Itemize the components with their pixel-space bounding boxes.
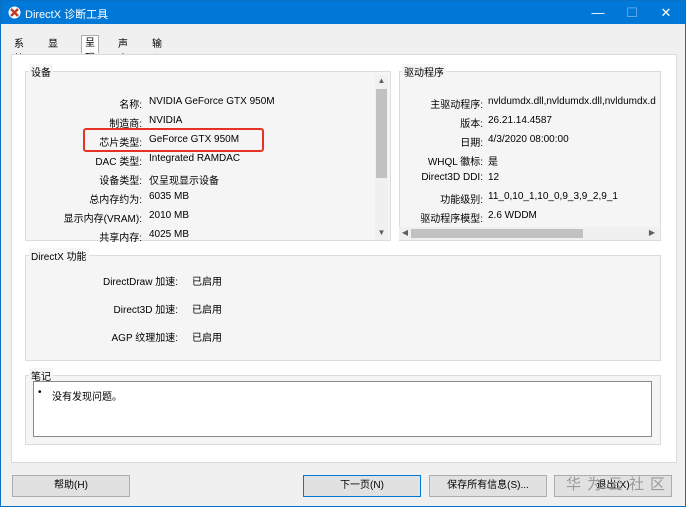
driver-group-label: 驱动程序 [402, 64, 446, 79]
version-value: 26.21.14.4587 [488, 115, 552, 126]
directdraw-accel-label: DirectDraw 加速: [102, 277, 178, 288]
chip-type-highlight [83, 128, 264, 152]
scroll-down-arrow-icon[interactable]: ▼ [375, 228, 388, 237]
directx-features-label: DirectX 功能 [29, 248, 89, 263]
watermark: 华为云社区 [566, 476, 672, 493]
note-item: 没有发现问题。 [52, 392, 122, 403]
direct3d-accel-value: 已启用 [192, 305, 222, 316]
driver-hscrollbar-thumb[interactable] [411, 229, 583, 238]
dac-type-value: Integrated RAMDAC [149, 153, 241, 164]
driver-model-label: 驱动程序模型: [420, 214, 483, 225]
manufacturer-value: NVIDIA [149, 115, 183, 126]
main-driver-label: 主驱动程序: [430, 100, 483, 111]
tab-sound[interactable]: 声音 [115, 37, 131, 65]
main-driver-value: nvldumdx.dll,nvldumdx.dll,nvldumdx.d [488, 96, 656, 107]
date-value: 4/3/2020 08:00:00 [488, 134, 569, 145]
whql-label: WHQL 徽标: [427, 157, 483, 168]
tab-render[interactable]: 呈现 [81, 35, 99, 64]
device-group-label: 设备 [29, 64, 53, 79]
total-memory-value: 6035 MB [149, 191, 190, 202]
feature-levels-label: 功能级别: [440, 195, 483, 206]
dxdiag-window: DirectX 诊断工具 — ☐ ✕ 系统 显示 呈现 声音 输入 设备 名称:… [0, 0, 686, 507]
window-title: DirectX 诊断工具 [25, 9, 109, 21]
device-type-label: 设备类型: [99, 176, 142, 187]
maximize-button[interactable]: ☐ [615, 1, 649, 24]
close-button[interactable]: ✕ [649, 1, 683, 24]
feature-levels-value: 11_0,10_1,10_0,9_3,9_2,9_1 [488, 191, 618, 202]
shared-memory-value: 4025 MB [149, 229, 190, 240]
tab-input[interactable]: 输入 [149, 37, 165, 65]
agp-accel-label: AGP 纹理加速: [111, 333, 179, 344]
device-name-label: 名称: [119, 100, 142, 111]
driver-model-value: 2.6 WDDM [488, 210, 537, 221]
notes-text-box[interactable]: • 没有发现问题。 [33, 381, 652, 437]
vram-label: 显示内存(VRAM): [63, 214, 142, 225]
agp-accel-value: 已启用 [192, 333, 222, 344]
whql-value: 是 [488, 157, 498, 168]
device-name-value: NVIDIA GeForce GTX 950M [149, 96, 275, 107]
device-scrollbar[interactable]: ▲ ▼ [375, 75, 388, 240]
d3d-ddi-value: 12 [488, 172, 500, 183]
device-scrollbar-thumb[interactable] [376, 89, 387, 178]
direct3d-accel-label: Direct3D 加速: [113, 305, 178, 316]
scroll-left-arrow-icon[interactable]: ◀ [400, 228, 410, 237]
minimize-button[interactable]: — [581, 1, 615, 24]
scroll-up-arrow-icon[interactable]: ▲ [375, 76, 388, 85]
save-all-info-button[interactable]: 保存所有信息(S)... [429, 475, 547, 497]
title-bar[interactable]: DirectX 诊断工具 — ☐ ✕ [1, 1, 685, 24]
d3d-ddi-label: Direct3D DDI: [421, 172, 483, 183]
date-label: 日期: [460, 138, 483, 149]
version-label: 版本: [460, 119, 483, 130]
help-button[interactable]: 帮助(H) [12, 475, 130, 497]
dac-type-label: DAC 类型: [95, 157, 142, 168]
driver-hscrollbar[interactable]: ◀ ▶ [399, 227, 659, 240]
total-memory-label: 总内存约为: [89, 195, 142, 206]
tab-system[interactable]: 系统 [11, 37, 27, 65]
directx-icon [8, 6, 21, 19]
next-page-button[interactable]: 下一页(N) [303, 475, 421, 497]
shared-memory-label: 共享内存: [99, 233, 142, 244]
bullet-icon: • [38, 387, 42, 398]
directdraw-accel-value: 已启用 [192, 277, 222, 288]
driver-rows: 主驱动程序: nvldumdx.dll,nvldumdx.dll,nvldumd… [401, 94, 659, 229]
scroll-right-arrow-icon[interactable]: ▶ [647, 228, 657, 237]
vram-value: 2010 MB [149, 210, 190, 221]
device-type-value: 仅呈现显示设备 [149, 176, 219, 187]
tab-display[interactable]: 显示 [45, 37, 61, 65]
